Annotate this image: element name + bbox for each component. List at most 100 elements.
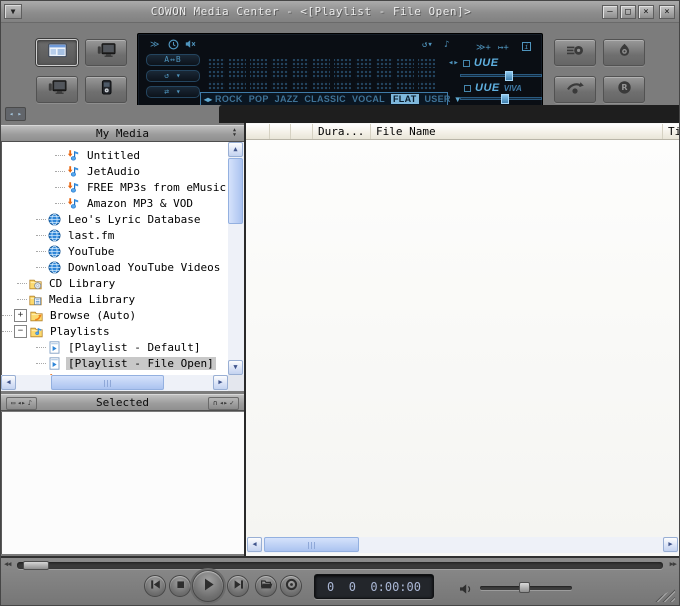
stop-button[interactable] — [169, 575, 191, 597]
tree-hscroll-thumb[interactable] — [51, 375, 165, 390]
exit-button[interactable]: × — [659, 5, 675, 19]
open-file-button[interactable] — [255, 575, 277, 597]
scroll-left-button[interactable]: ◀ — [247, 537, 262, 552]
playlist-panel: Dura...File NameTitle ◀ ▶ — [246, 123, 679, 556]
expand-toggle[interactable]: − — [14, 325, 27, 338]
visualization-button[interactable] — [36, 76, 78, 103]
tree-item[interactable]: CD Library — [2, 275, 228, 291]
uue-toggle-icon[interactable]: ◂▸ — [448, 58, 459, 68]
playlist-window-button[interactable] — [36, 39, 78, 66]
video-window-button[interactable] — [85, 39, 127, 66]
playlist-body[interactable] — [246, 140, 679, 537]
clock-icon[interactable] — [168, 39, 179, 53]
minimize-button[interactable]: – — [602, 5, 618, 19]
sidebar-collapse-button[interactable]: ◂ ▸ — [5, 107, 26, 121]
tree-vscroll-thumb[interactable] — [228, 158, 243, 223]
tree-item[interactable]: Amazon MP3 & VOD — [2, 195, 228, 211]
time-display[interactable]: 0 0 0:00:00 — [314, 574, 434, 599]
column-header[interactable] — [246, 124, 270, 139]
tree-item[interactable]: Download YouTube Videos — [2, 259, 228, 275]
uue-slider-thumb[interactable] — [505, 71, 513, 81]
volume-slider[interactable] — [480, 586, 572, 590]
crossfade-icon[interactable]: ≫+ — [476, 43, 491, 53]
maximize-button[interactable]: □ — [620, 5, 636, 19]
next-button[interactable] — [227, 575, 249, 597]
device-button[interactable] — [85, 76, 127, 103]
pane-switch-icon[interactable]: ▲▼ — [233, 128, 236, 138]
seek-thumb[interactable] — [23, 561, 49, 570]
disc-icon — [284, 577, 299, 596]
playlist-hscroll-thumb[interactable] — [264, 537, 359, 552]
mute-icon[interactable] — [185, 39, 196, 52]
tree-item-label: FREE MP3s from eMusic! — [85, 181, 228, 194]
volume-icon[interactable] — [459, 580, 473, 599]
scroll-right-button[interactable]: ▶ — [213, 375, 228, 390]
shuffle-button[interactable]: ⇄ ▾ — [146, 86, 200, 98]
record-button[interactable]: R — [603, 76, 645, 103]
column-header[interactable] — [270, 124, 291, 139]
volume-thumb[interactable] — [519, 582, 530, 593]
listen-check-button[interactable]: ∩ ◂▸ ✓ — [208, 397, 239, 410]
eq-preset-pop[interactable]: POP — [249, 94, 269, 104]
my-media-header[interactable]: My Media ▲▼ — [1, 125, 244, 142]
seek-back-icon[interactable]: ◀◀ — [4, 560, 10, 568]
column-header-filename[interactable]: File Name — [371, 124, 663, 139]
tree-item[interactable]: YouTube — [2, 243, 228, 259]
seek-forward-icon[interactable]: ▶▶ — [670, 560, 676, 568]
ab-repeat-button[interactable]: A↔B — [146, 54, 200, 66]
eq-preset-classic[interactable]: CLASSIC — [304, 94, 346, 104]
uue-viva-slider-thumb[interactable] — [501, 94, 509, 104]
eq-preset-jazz[interactable]: JAZZ — [275, 94, 299, 104]
eq-preset-user[interactable]: USER — [425, 94, 451, 104]
uue-viva-slider[interactable] — [460, 97, 542, 100]
scroll-up-button[interactable]: ▲ — [228, 142, 243, 157]
repeat-button[interactable]: ↺ ▾ — [146, 70, 200, 82]
globe-icon — [48, 213, 62, 226]
column-header-dura[interactable]: Dura... — [313, 124, 371, 139]
tree-item[interactable]: −Playlists — [2, 323, 228, 339]
play-button[interactable] — [192, 570, 224, 602]
tree-item[interactable]: [Playlist - File Open] — [2, 355, 228, 371]
scroll-down-button[interactable]: ▼ — [228, 360, 243, 375]
tree-vertical-scrollbar[interactable]: ▲ ▼ — [228, 142, 244, 375]
conversion-button[interactable] — [554, 76, 596, 103]
eq-preset-flat[interactable]: FLAT — [391, 94, 419, 104]
display-mode-button[interactable]: ▭ ◂▸ ♪ — [6, 397, 37, 410]
column-header-title[interactable]: Title — [663, 124, 679, 139]
tree-horizontal-scrollbar[interactable]: ◀ ▶ — [1, 375, 228, 391]
scroll-left-button[interactable]: ◀ — [1, 375, 16, 390]
tree-item[interactable]: FREE MP3s from eMusic! — [2, 179, 228, 195]
tree-item[interactable]: [Playlist - Default] — [2, 339, 228, 355]
sound-effect-button[interactable] — [554, 39, 596, 66]
system-menu-button[interactable]: ▼ — [4, 4, 22, 19]
insert-icon[interactable]: ↦+ — [498, 43, 509, 53]
selected-list-body[interactable] — [1, 412, 244, 554]
preset-nav-icon[interactable]: ◂▸ — [204, 95, 212, 104]
speed-icon[interactable]: ≫ — [150, 40, 159, 50]
expand-toggle[interactable]: + — [14, 309, 27, 322]
tree-item[interactable]: Untitled — [2, 147, 228, 163]
playlist-horizontal-scrollbar[interactable]: ◀ ▶ — [247, 537, 678, 553]
jetcast-button[interactable] — [603, 39, 645, 66]
selected-title: Selected — [96, 396, 149, 409]
resize-grip[interactable] — [651, 588, 675, 602]
tree-item[interactable]: Media Library — [2, 291, 228, 307]
scroll-right-button[interactable]: ▶ — [663, 537, 678, 552]
info-icon[interactable]: i — [522, 42, 531, 51]
eq-note-icon[interactable]: ♪ — [444, 40, 449, 50]
eject-button[interactable] — [280, 575, 302, 597]
uue-checkbox[interactable] — [463, 60, 470, 67]
uue-viva-checkbox[interactable] — [464, 85, 471, 92]
tree-item[interactable]: JetAudio — [2, 163, 228, 179]
tree-item[interactable]: last.fm — [2, 227, 228, 243]
eq-preset-rock[interactable]: ROCK — [215, 94, 243, 104]
tree-item[interactable]: Leo's Lyric Database — [2, 211, 228, 227]
eq-preset-vocal[interactable]: VOCAL — [352, 94, 385, 104]
previous-button[interactable] — [144, 575, 166, 597]
close-button[interactable]: × — [638, 5, 654, 19]
column-header[interactable] — [291, 124, 313, 139]
tree-item[interactable]: +Browse (Auto) — [2, 307, 228, 323]
seek-bar[interactable] — [17, 562, 663, 569]
uue-slider[interactable] — [460, 74, 542, 77]
rotate-icon[interactable]: ↺▾ — [422, 40, 433, 50]
